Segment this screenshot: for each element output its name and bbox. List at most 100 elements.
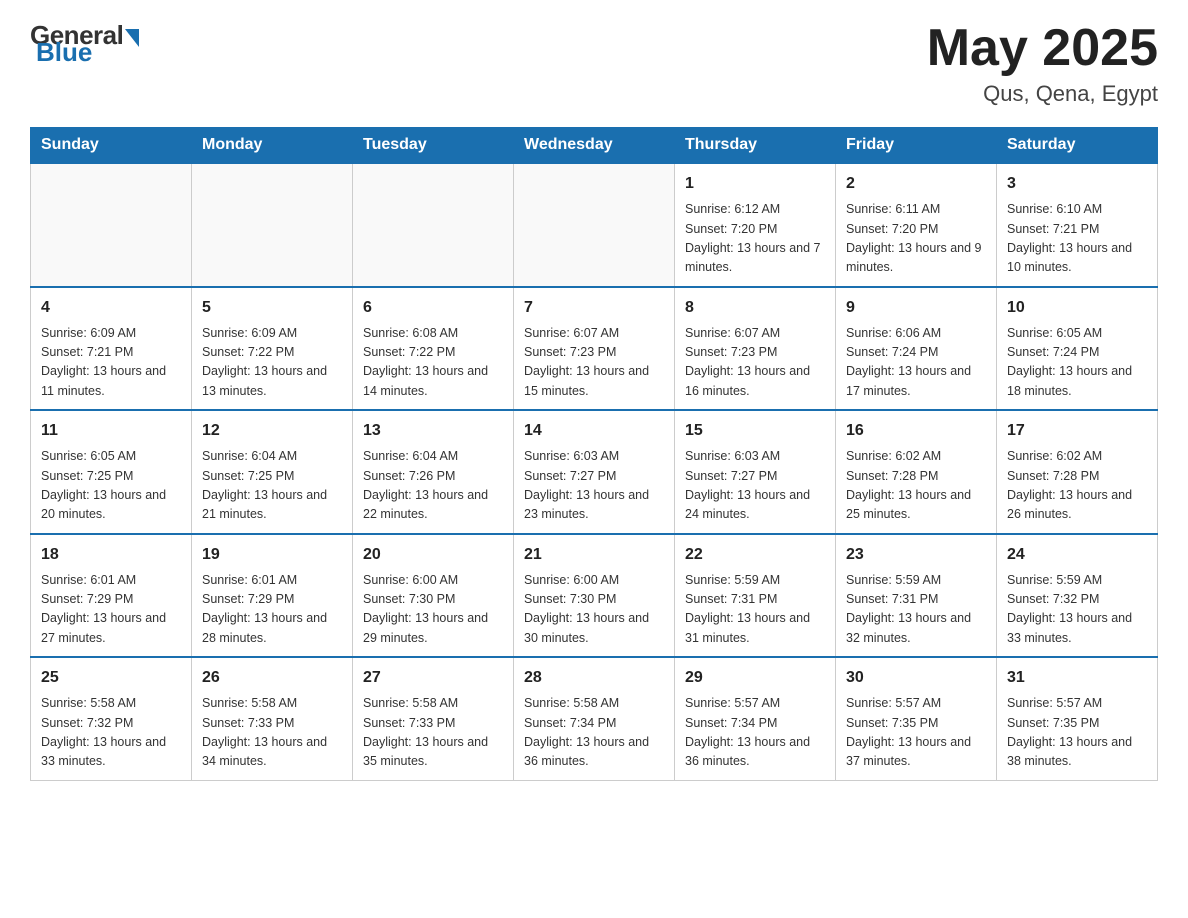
calendar-cell: 7 Sunrise: 6:07 AM Sunset: 7:23 PM Daylig… <box>514 287 675 411</box>
day-info: Sunrise: 6:09 AM Sunset: 7:21 PM Dayligh… <box>41 324 181 402</box>
calendar-cell <box>514 163 675 287</box>
calendar-week-row: 11Sunrise: 6:05 AM Sunset: 7:25 PM Dayli… <box>31 410 1158 534</box>
day-number: 9 <box>846 296 986 320</box>
day-number: 6 <box>363 296 503 320</box>
location-title: Qus, Qena, Egypt <box>927 81 1158 107</box>
calendar-cell: 31Sunrise: 5:57 AM Sunset: 7:35 PM Dayli… <box>997 657 1158 780</box>
logo-blue-text: Blue <box>36 37 92 68</box>
calendar-cell: 17Sunrise: 6:02 AM Sunset: 7:28 PM Dayli… <box>997 410 1158 534</box>
calendar-cell: 2 Sunrise: 6:11 AM Sunset: 7:20 PM Daylig… <box>836 163 997 287</box>
day-info: Sunrise: 6:05 AM Sunset: 7:25 PM Dayligh… <box>41 447 181 525</box>
day-info: Sunrise: 5:57 AM Sunset: 7:35 PM Dayligh… <box>1007 694 1147 772</box>
day-info: Sunrise: 5:57 AM Sunset: 7:34 PM Dayligh… <box>685 694 825 772</box>
calendar-cell <box>192 163 353 287</box>
day-info: Sunrise: 5:59 AM Sunset: 7:31 PM Dayligh… <box>685 571 825 649</box>
calendar-cell: 21 Sunrise: 6:00 AM Sunset: 7:30 PM Dayli… <box>514 534 675 658</box>
calendar-cell: 18Sunrise: 6:01 AM Sunset: 7:29 PM Dayli… <box>31 534 192 658</box>
calendar-week-row: 1Sunrise: 6:12 AM Sunset: 7:20 PM Daylig… <box>31 163 1158 287</box>
day-info: Sunrise: 6:10 AM Sunset: 7:21 PM Dayligh… <box>1007 200 1147 278</box>
calendar-cell: 19Sunrise: 6:01 AM Sunset: 7:29 PM Dayli… <box>192 534 353 658</box>
day-number: 7 <box>524 296 664 320</box>
day-info: Sunrise: 6:04 AM Sunset: 7:25 PM Dayligh… <box>202 447 342 525</box>
day-number: 14 <box>524 419 664 443</box>
logo-triangle-icon <box>125 29 139 47</box>
weekday-header-sunday: Sunday <box>31 128 192 164</box>
calendar-cell: 26 Sunrise: 5:58 AM Sunset: 7:33 PM Dayli… <box>192 657 353 780</box>
calendar-cell <box>353 163 514 287</box>
day-number: 19 <box>202 543 342 567</box>
calendar-table: SundayMondayTuesdayWednesdayThursdayFrid… <box>30 127 1158 781</box>
calendar-cell: 3 Sunrise: 6:10 AM Sunset: 7:21 PM Daylig… <box>997 163 1158 287</box>
day-number: 20 <box>363 543 503 567</box>
day-info: Sunrise: 6:03 AM Sunset: 7:27 PM Dayligh… <box>685 447 825 525</box>
calendar-cell: 24 Sunrise: 5:59 AM Sunset: 7:32 PM Dayli… <box>997 534 1158 658</box>
calendar-cell: 4 Sunrise: 6:09 AM Sunset: 7:21 PM Daylig… <box>31 287 192 411</box>
day-number: 27 <box>363 666 503 690</box>
calendar-cell: 9 Sunrise: 6:06 AM Sunset: 7:24 PM Daylig… <box>836 287 997 411</box>
day-info: Sunrise: 6:02 AM Sunset: 7:28 PM Dayligh… <box>846 447 986 525</box>
day-number: 21 <box>524 543 664 567</box>
day-info: Sunrise: 6:04 AM Sunset: 7:26 PM Dayligh… <box>363 447 503 525</box>
calendar-cell: 27 Sunrise: 5:58 AM Sunset: 7:33 PM Dayli… <box>353 657 514 780</box>
calendar-cell: 25 Sunrise: 5:58 AM Sunset: 7:32 PM Dayli… <box>31 657 192 780</box>
day-info: Sunrise: 5:58 AM Sunset: 7:32 PM Dayligh… <box>41 694 181 772</box>
logo: General Blue <box>30 20 139 68</box>
day-number: 4 <box>41 296 181 320</box>
day-info: Sunrise: 5:58 AM Sunset: 7:33 PM Dayligh… <box>202 694 342 772</box>
calendar-cell: 1Sunrise: 6:12 AM Sunset: 7:20 PM Daylig… <box>675 163 836 287</box>
day-number: 12 <box>202 419 342 443</box>
day-number: 15 <box>685 419 825 443</box>
day-number: 26 <box>202 666 342 690</box>
day-number: 13 <box>363 419 503 443</box>
calendar-cell: 29 Sunrise: 5:57 AM Sunset: 7:34 PM Dayli… <box>675 657 836 780</box>
calendar-week-row: 18Sunrise: 6:01 AM Sunset: 7:29 PM Dayli… <box>31 534 1158 658</box>
weekday-header-row: SundayMondayTuesdayWednesdayThursdayFrid… <box>31 128 1158 164</box>
page-header: General Blue May 2025 Qus, Qena, Egypt <box>30 20 1158 107</box>
day-info: Sunrise: 6:06 AM Sunset: 7:24 PM Dayligh… <box>846 324 986 402</box>
day-number: 24 <box>1007 543 1147 567</box>
day-number: 28 <box>524 666 664 690</box>
day-number: 1 <box>685 172 825 196</box>
day-info: Sunrise: 6:00 AM Sunset: 7:30 PM Dayligh… <box>524 571 664 649</box>
day-info: Sunrise: 6:05 AM Sunset: 7:24 PM Dayligh… <box>1007 324 1147 402</box>
calendar-cell: 16 Sunrise: 6:02 AM Sunset: 7:28 PM Dayli… <box>836 410 997 534</box>
day-number: 29 <box>685 666 825 690</box>
day-number: 10 <box>1007 296 1147 320</box>
calendar-week-row: 25 Sunrise: 5:58 AM Sunset: 7:32 PM Dayli… <box>31 657 1158 780</box>
calendar-cell: 28Sunrise: 5:58 AM Sunset: 7:34 PM Dayli… <box>514 657 675 780</box>
weekday-header-tuesday: Tuesday <box>353 128 514 164</box>
day-info: Sunrise: 6:11 AM Sunset: 7:20 PM Dayligh… <box>846 200 986 278</box>
calendar-cell: 8 Sunrise: 6:07 AM Sunset: 7:23 PM Daylig… <box>675 287 836 411</box>
day-number: 17 <box>1007 419 1147 443</box>
day-number: 30 <box>846 666 986 690</box>
calendar-cell: 20Sunrise: 6:00 AM Sunset: 7:30 PM Dayli… <box>353 534 514 658</box>
calendar-cell: 23 Sunrise: 5:59 AM Sunset: 7:31 PM Dayli… <box>836 534 997 658</box>
day-info: Sunrise: 6:03 AM Sunset: 7:27 PM Dayligh… <box>524 447 664 525</box>
calendar-cell: 11Sunrise: 6:05 AM Sunset: 7:25 PM Dayli… <box>31 410 192 534</box>
calendar-cell: 15 Sunrise: 6:03 AM Sunset: 7:27 PM Dayli… <box>675 410 836 534</box>
day-info: Sunrise: 6:09 AM Sunset: 7:22 PM Dayligh… <box>202 324 342 402</box>
day-number: 23 <box>846 543 986 567</box>
day-number: 3 <box>1007 172 1147 196</box>
calendar-cell <box>31 163 192 287</box>
calendar-cell: 10 Sunrise: 6:05 AM Sunset: 7:24 PM Dayli… <box>997 287 1158 411</box>
day-number: 25 <box>41 666 181 690</box>
day-info: Sunrise: 5:57 AM Sunset: 7:35 PM Dayligh… <box>846 694 986 772</box>
day-info: Sunrise: 5:58 AM Sunset: 7:33 PM Dayligh… <box>363 694 503 772</box>
day-info: Sunrise: 5:59 AM Sunset: 7:31 PM Dayligh… <box>846 571 986 649</box>
calendar-cell: 12 Sunrise: 6:04 AM Sunset: 7:25 PM Dayli… <box>192 410 353 534</box>
month-title: May 2025 <box>927 20 1158 77</box>
day-number: 16 <box>846 419 986 443</box>
weekday-header-wednesday: Wednesday <box>514 128 675 164</box>
calendar-cell: 14 Sunrise: 6:03 AM Sunset: 7:27 PM Dayli… <box>514 410 675 534</box>
day-info: Sunrise: 6:07 AM Sunset: 7:23 PM Dayligh… <box>524 324 664 402</box>
day-info: Sunrise: 5:59 AM Sunset: 7:32 PM Dayligh… <box>1007 571 1147 649</box>
calendar-cell: 22Sunrise: 5:59 AM Sunset: 7:31 PM Dayli… <box>675 534 836 658</box>
calendar-cell: 5 Sunrise: 6:09 AM Sunset: 7:22 PM Daylig… <box>192 287 353 411</box>
calendar-cell: 30 Sunrise: 5:57 AM Sunset: 7:35 PM Dayli… <box>836 657 997 780</box>
day-info: Sunrise: 6:07 AM Sunset: 7:23 PM Dayligh… <box>685 324 825 402</box>
day-number: 2 <box>846 172 986 196</box>
day-number: 5 <box>202 296 342 320</box>
day-number: 8 <box>685 296 825 320</box>
title-block: May 2025 Qus, Qena, Egypt <box>927 20 1158 107</box>
